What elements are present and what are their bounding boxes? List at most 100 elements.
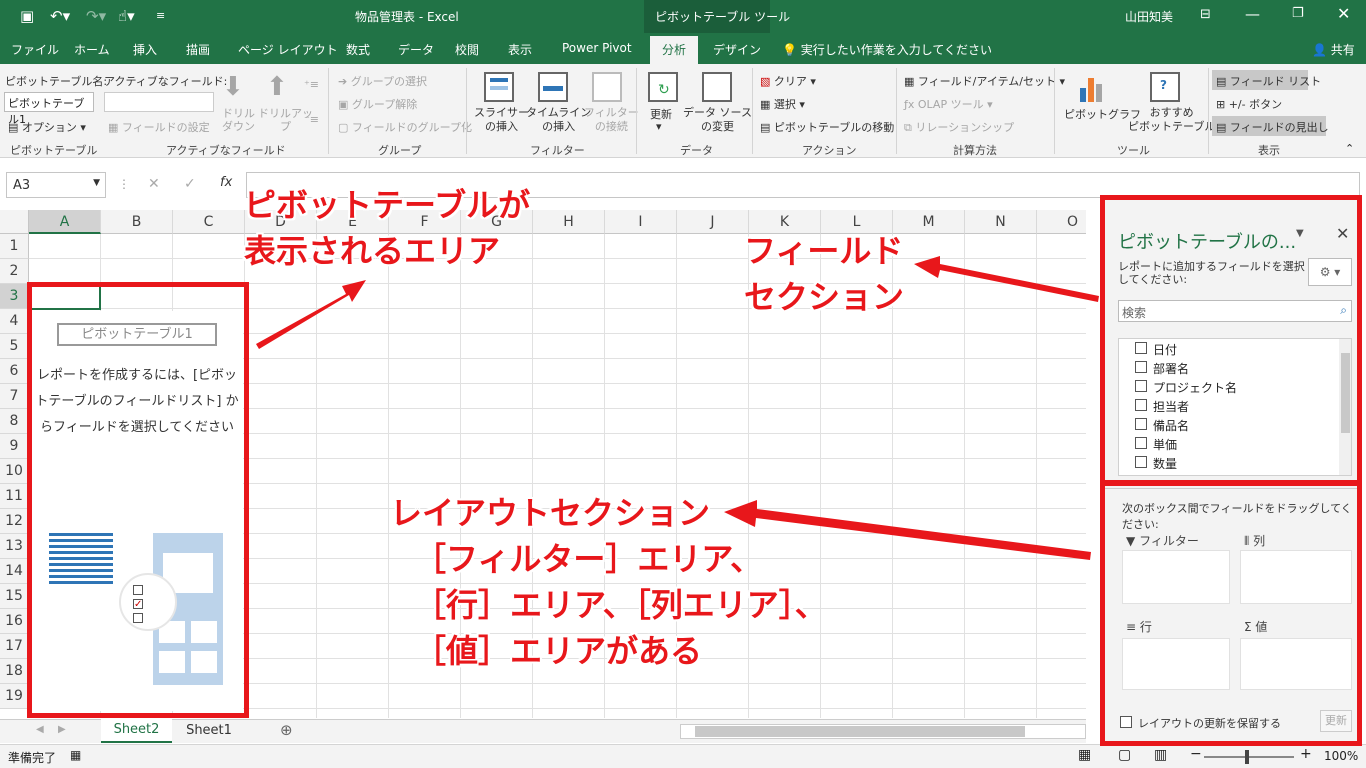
change-source-button[interactable]: データ ソース の変更: [683, 106, 752, 134]
tab-analyze[interactable]: 分析: [650, 36, 699, 64]
options-button[interactable]: ▤ オプション ▾: [8, 119, 86, 135]
field-search-input[interactable]: 検索 ⌕: [1118, 300, 1352, 322]
column-header-i[interactable]: I: [605, 210, 677, 234]
column-header-n[interactable]: N: [965, 210, 1037, 234]
insert-slicer-button[interactable]: スライサー の挿入: [474, 106, 529, 134]
column-header-o[interactable]: O: [1037, 210, 1086, 234]
horizontal-scrollbar[interactable]: [680, 724, 1086, 739]
selected-cell-a3[interactable]: [29, 285, 101, 310]
field-list-scrollbar[interactable]: [1339, 339, 1351, 475]
defer-update-checkbox[interactable]: [1120, 716, 1132, 728]
row-header-18[interactable]: 18: [0, 659, 29, 684]
ungroup-button[interactable]: ▣ グループ解除: [338, 96, 417, 112]
drill-down-button[interactable]: ドリル ダウン: [222, 107, 255, 133]
field-checkbox-item[interactable]: [1135, 418, 1147, 430]
macro-record-icon[interactable]: ▦: [70, 748, 81, 762]
zoom-slider[interactable]: [1204, 750, 1294, 764]
field-checkbox-unit-price[interactable]: [1135, 437, 1147, 449]
pt-name-input[interactable]: ピボットテーブル1: [4, 92, 94, 126]
customize-qat-icon[interactable]: ≡: [156, 9, 165, 22]
scroll-right-icon[interactable]: ▶: [58, 724, 66, 735]
tab-formulas[interactable]: 数式: [346, 41, 370, 58]
group-selection-button[interactable]: ➔ グループの選択: [338, 73, 427, 89]
collapse-ribbon-icon[interactable]: ⌃: [1345, 142, 1354, 155]
tab-insert[interactable]: 挿入: [133, 41, 157, 58]
tab-design[interactable]: デザイン: [713, 41, 761, 58]
pane-splitter[interactable]: [1104, 488, 1362, 489]
insert-function-icon[interactable]: fx: [220, 175, 232, 190]
column-header-h[interactable]: H: [533, 210, 605, 234]
ribbon-display-icon[interactable]: ⊟: [1200, 7, 1211, 22]
zoom-out-icon[interactable]: −: [1190, 746, 1202, 762]
row-header-5[interactable]: 5: [0, 334, 29, 359]
group-field-button[interactable]: ▢ フィールドのグループ化: [338, 119, 472, 135]
column-header-j[interactable]: J: [677, 210, 749, 234]
column-header-m[interactable]: M: [893, 210, 965, 234]
row-header-12[interactable]: 12: [0, 509, 29, 534]
move-pivot-button[interactable]: ▤ ピボットテーブルの移動: [760, 119, 894, 135]
normal-view-icon[interactable]: ▦: [1078, 747, 1091, 763]
active-field-input[interactable]: [104, 92, 214, 112]
filter-drop-area[interactable]: [1122, 550, 1230, 604]
tab-review[interactable]: 校閲: [455, 41, 479, 58]
name-box[interactable]: A3 ▼: [6, 172, 106, 198]
save-icon[interactable]: ▣: [20, 7, 34, 25]
row-header-15[interactable]: 15: [0, 584, 29, 609]
field-settings-button[interactable]: ▦ フィールドの設定: [108, 119, 210, 135]
scroll-left-icon[interactable]: ◀: [36, 724, 44, 735]
row-header-14[interactable]: 14: [0, 559, 29, 584]
row-header-13[interactable]: 13: [0, 534, 29, 559]
field-checkbox-department[interactable]: [1135, 361, 1147, 373]
zoom-in-icon[interactable]: +: [1300, 746, 1312, 762]
cancel-icon[interactable]: ✕: [148, 176, 160, 192]
add-sheet-icon[interactable]: ⊕: [280, 721, 293, 739]
pane-close-icon[interactable]: ✕: [1336, 224, 1349, 243]
field-checkbox-date[interactable]: [1135, 342, 1147, 354]
tab-page-layout[interactable]: ページ レイアウト: [238, 41, 338, 58]
olap-tools-button[interactable]: ƒx OLAP ツール ▾: [904, 96, 993, 112]
close-button[interactable]: ✕: [1337, 4, 1350, 23]
row-header-8[interactable]: 8: [0, 409, 29, 434]
row-header-11[interactable]: 11: [0, 484, 29, 509]
row-header-7[interactable]: 7: [0, 384, 29, 409]
row-header-17[interactable]: 17: [0, 634, 29, 659]
pane-options-dropdown-icon[interactable]: ▼: [1296, 228, 1304, 239]
row-header-9[interactable]: 9: [0, 434, 29, 459]
page-break-view-icon[interactable]: ▥: [1154, 747, 1167, 763]
zoom-level[interactable]: 100%: [1324, 749, 1358, 763]
sheet-tab-sheet2[interactable]: Sheet2: [101, 719, 172, 743]
undo-icon[interactable]: ↶▾: [50, 7, 70, 25]
pivot-placeholder[interactable]: ピボットテーブル1 レポートを作成するには、[ピボットテーブルのフィールドリスト…: [31, 311, 243, 711]
select-button[interactable]: ▦ 選択 ▾: [760, 96, 805, 112]
column-header-a[interactable]: A: [29, 210, 101, 234]
field-headers-button[interactable]: ▤ フィールドの見出し: [1216, 119, 1329, 135]
sheet-tab-sheet1[interactable]: Sheet1: [174, 720, 244, 743]
row-header-4[interactable]: 4: [0, 309, 29, 334]
page-layout-view-icon[interactable]: ▢: [1118, 747, 1131, 763]
update-button[interactable]: 更新: [1320, 710, 1352, 732]
row-header-3[interactable]: 3: [0, 284, 29, 309]
restore-button[interactable]: ❐: [1292, 6, 1304, 21]
tab-view[interactable]: 表示: [508, 41, 532, 58]
tell-me-box[interactable]: 💡 実行したい作業を入力してください: [782, 41, 992, 58]
rows-drop-area[interactable]: [1122, 638, 1230, 690]
row-header-6[interactable]: 6: [0, 359, 29, 384]
user-name[interactable]: 山田知美: [1125, 8, 1173, 25]
row-header-16[interactable]: 16: [0, 609, 29, 634]
tab-power-pivot[interactable]: Power Pivot: [562, 41, 632, 55]
tab-data[interactable]: データ: [398, 41, 434, 58]
relationships-button[interactable]: ⧉ リレーションシップ: [904, 119, 1014, 135]
touch-mode-icon[interactable]: ☝▾: [118, 7, 135, 25]
row-header-2[interactable]: 2: [0, 259, 29, 284]
field-checkbox-owner[interactable]: [1135, 399, 1147, 411]
name-box-dropdown-icon[interactable]: ▼: [93, 178, 100, 188]
field-list-button[interactable]: ▤ フィールド リスト: [1216, 73, 1321, 89]
redo-icon[interactable]: ↷▾: [86, 7, 106, 25]
share-button[interactable]: 👤 共有: [1312, 41, 1355, 58]
clear-button[interactable]: ▧ クリア ▾: [760, 73, 816, 89]
row-header-1[interactable]: 1: [0, 234, 29, 259]
enter-icon[interactable]: ✓: [184, 176, 196, 192]
recommended-pivot-button[interactable]: おすすめ ピボットテーブル: [1128, 106, 1215, 134]
insert-timeline-button[interactable]: タイムライン の挿入: [526, 106, 591, 134]
row-header-10[interactable]: 10: [0, 459, 29, 484]
